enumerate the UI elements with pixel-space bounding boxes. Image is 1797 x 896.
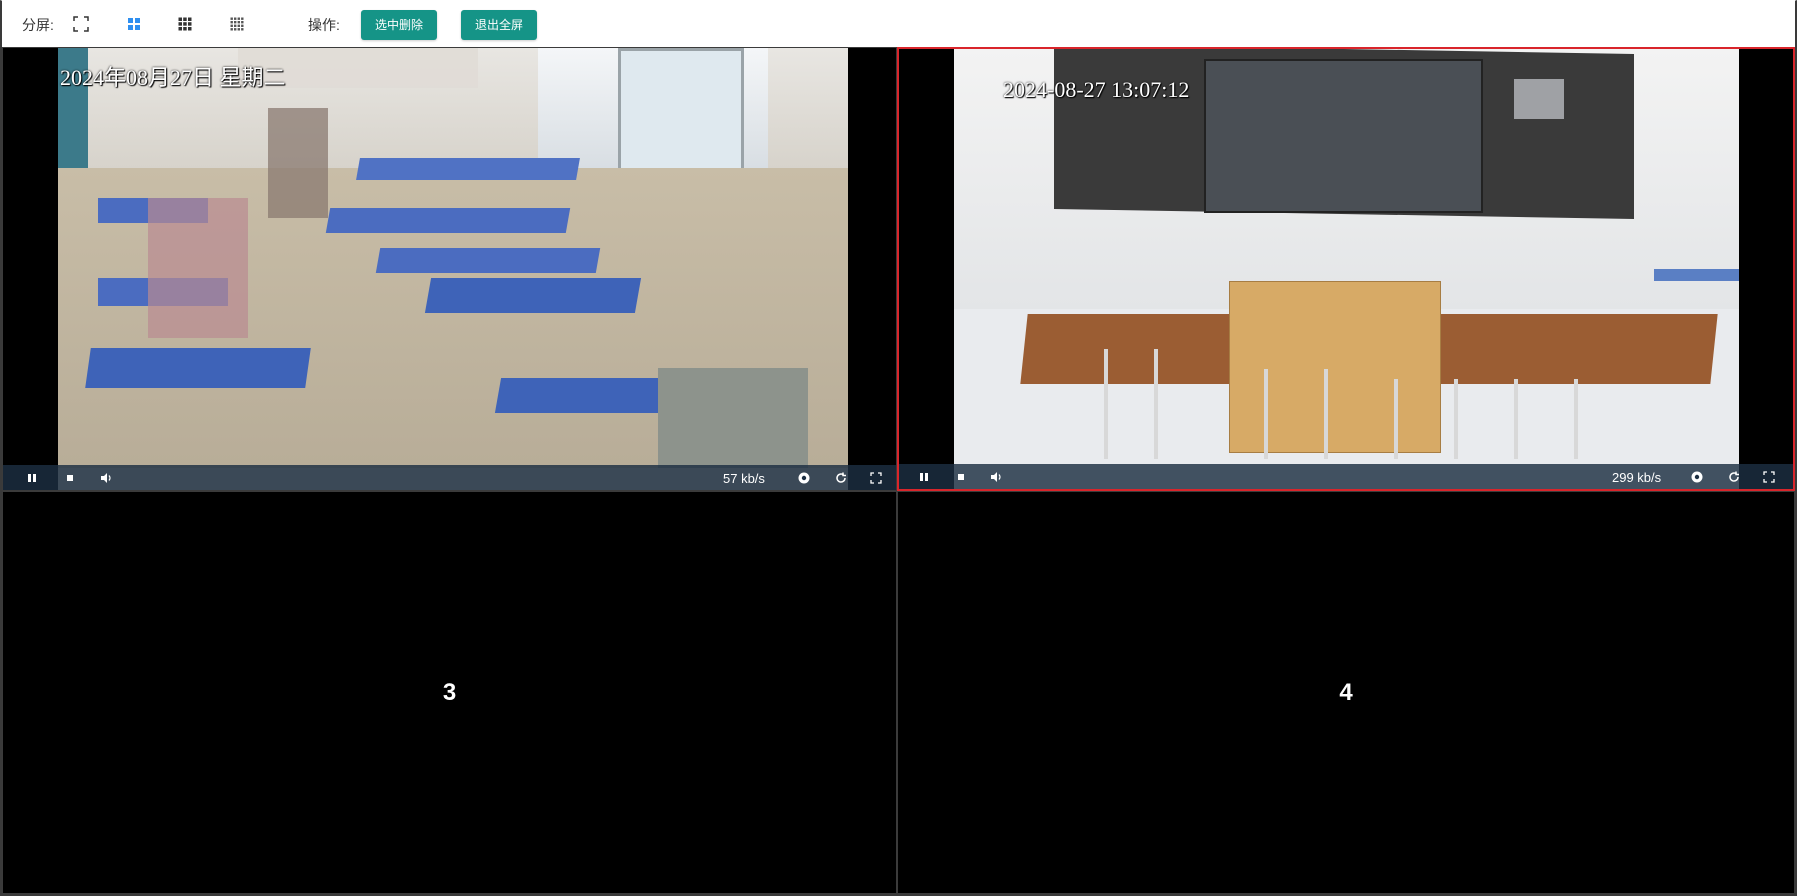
volume-icon[interactable] <box>99 471 113 485</box>
video-osd-timestamp-2: 2024-08-27 13:07:12 <box>1003 77 1190 102</box>
video-feed-1 <box>58 48 848 490</box>
video-pane-2[interactable]: 2024-08-27 13:07:12 299 kb/s <box>897 47 1795 491</box>
video-pane-4[interactable]: 4 <box>897 491 1795 894</box>
pause-icon[interactable] <box>917 470 931 484</box>
bitrate-readout-1: 57 kb/s <box>723 471 765 486</box>
stop-icon[interactable] <box>63 471 77 485</box>
grid-3x3-icon <box>178 17 192 31</box>
layout-grid-4x4-button[interactable] <box>228 15 246 33</box>
grid-4x4-icon <box>230 17 244 31</box>
video-pane-3[interactable]: 3 <box>2 491 897 894</box>
pane-number-3: 3 <box>442 678 457 706</box>
bitrate-readout-2: 299 kb/s <box>1612 470 1662 485</box>
video-control-bar-1: 57 kb/s <box>3 465 896 490</box>
expand-icon[interactable] <box>1762 470 1776 484</box>
delete-selected-button[interactable]: 选中删除 <box>361 10 438 40</box>
stop-icon[interactable] <box>954 470 968 484</box>
layout-label: 分屏: <box>22 17 54 33</box>
layout-fullscreen-button[interactable] <box>72 15 90 33</box>
video-control-bar-2: 299 kb/s <box>899 464 1793 489</box>
volume-icon[interactable] <box>989 470 1003 484</box>
video-feed-2 <box>954 49 1739 489</box>
grid-2x2-icon <box>128 18 140 30</box>
fullscreen-icon <box>73 16 89 32</box>
snapshot-icon[interactable] <box>797 471 811 485</box>
operations-label: 操作: <box>308 17 340 33</box>
layout-grid-2x2-button[interactable] <box>125 15 143 33</box>
toolbar: 分屏: 操作: 选中删除 退出全屏 <box>2 0 1795 47</box>
layout-grid-3x3-button[interactable] <box>176 15 194 33</box>
expand-icon[interactable] <box>869 471 883 485</box>
refresh-icon[interactable] <box>1727 470 1741 484</box>
video-grid: 2024年08月27日 星期二 57 kb/s 2024-08-27 13:07… <box>2 47 1795 894</box>
refresh-icon[interactable] <box>834 471 848 485</box>
video-osd-timestamp-1: 2024年08月27日 星期二 <box>60 65 286 90</box>
pause-icon[interactable] <box>25 471 39 485</box>
snapshot-icon[interactable] <box>1690 470 1704 484</box>
video-pane-1[interactable]: 2024年08月27日 星期二 57 kb/s <box>2 47 897 491</box>
pane-number-4: 4 <box>1339 678 1353 706</box>
exit-fullscreen-button[interactable]: 退出全屏 <box>461 10 538 40</box>
